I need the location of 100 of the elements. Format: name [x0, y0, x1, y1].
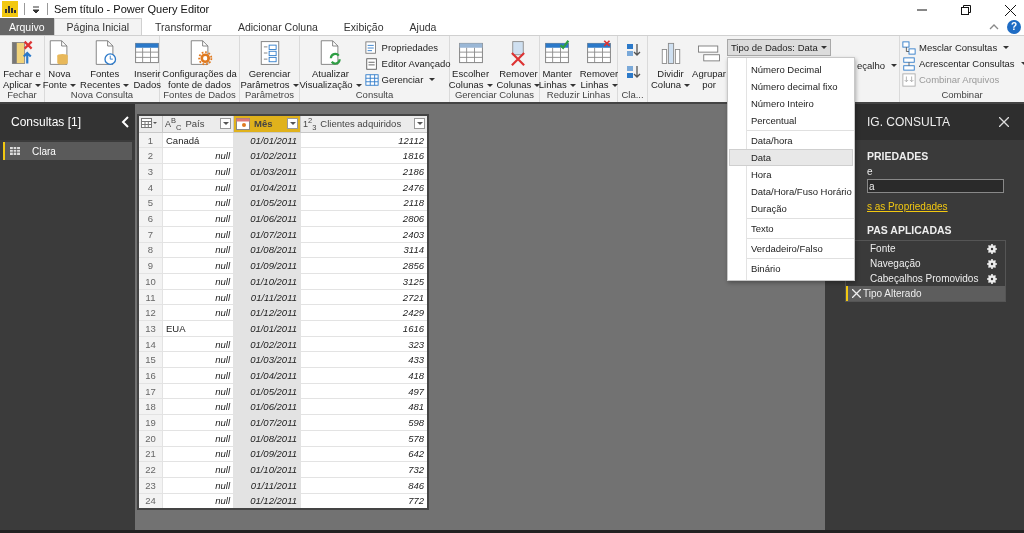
table-cell: null — [162, 289, 234, 305]
column-header[interactable]: Mês — [233, 115, 301, 133]
filter-button[interactable] — [287, 118, 298, 130]
table-cell: EUA — [162, 320, 234, 337]
table-cell: 2429 — [300, 304, 428, 321]
ribbon-button[interactable]: Fechar e Aplicar — [2, 38, 43, 90]
ribbon-button[interactable]: Atualizar Visualização — [298, 38, 363, 90]
append-icon — [902, 56, 916, 71]
table-cell: null — [162, 461, 234, 478]
data-type-dropdown[interactable]: Tipo de Dados: Data — [726, 39, 831, 56]
table-cell: 772 — [300, 493, 428, 510]
ribbon-tab[interactable]: Adicionar Coluna — [224, 18, 331, 35]
menu-item[interactable]: Percentual — [728, 112, 853, 129]
gear-icon[interactable] — [987, 273, 997, 284]
table-cell: 642 — [300, 446, 428, 462]
group-label: Gerenciar Colunas — [453, 89, 536, 102]
table-cell: null — [162, 414, 234, 431]
group-label: Fechar — [7, 89, 38, 102]
table-cell: 1616 — [300, 320, 428, 337]
menu-item[interactable]: Data/Hora/Fuso Horário — [728, 183, 853, 200]
ribbon-button[interactable]: Editor Avançado — [364, 56, 451, 71]
table-cell: 846 — [300, 477, 428, 494]
gear-icon[interactable] — [987, 258, 997, 269]
group-label: Fontes de Dados — [162, 89, 237, 102]
table-menu-icon[interactable] — [141, 117, 157, 128]
ribbon-button[interactable]: Gerenciar Parâmetros — [239, 38, 300, 90]
table-cell: 2403 — [300, 226, 428, 243]
table-cell: 2856 — [300, 257, 428, 274]
table-cell: null — [162, 242, 234, 258]
ribbon-tab[interactable]: Ajuda — [396, 18, 450, 35]
ribbon-button[interactable]: Inserir Dados — [132, 38, 163, 90]
table-cell: 481 — [300, 399, 428, 415]
ribbon-button[interactable]: Fontes Recentes — [79, 38, 131, 90]
ribbon-button[interactable]: Mesclar Consultas — [902, 40, 1024, 55]
collapse-icon[interactable] — [121, 116, 129, 128]
calendar-icon — [236, 117, 250, 130]
table-cell: null — [162, 304, 234, 321]
table-cell: Canadá — [162, 132, 234, 148]
restore-icon[interactable] — [961, 5, 971, 15]
customize-menu-icon[interactable] — [31, 4, 41, 14]
menu-item[interactable]: Data — [728, 149, 853, 166]
ribbon-button[interactable]: Configurações da fonte de dados — [161, 38, 238, 90]
ribbon-button[interactable]: Acrescentar Consultas — [902, 56, 1024, 71]
ribbon-button[interactable]: eçalho — [857, 58, 897, 73]
menu-item[interactable]: Hora — [728, 166, 853, 183]
table-cell: 418 — [300, 367, 428, 384]
table-cell: null — [162, 179, 234, 196]
ribbon-tab[interactable]: Transformar — [142, 18, 225, 35]
ribbon-button[interactable]: Agrupar por — [691, 38, 727, 90]
table-cell: null — [162, 148, 234, 164]
table-icon — [364, 72, 379, 87]
group-label: Combinar — [940, 89, 984, 102]
column-header[interactable]: A$^{B}$$_{C}$ País — [162, 115, 234, 133]
table-cell: null — [162, 195, 234, 211]
menu-item[interactable]: Texto — [728, 220, 853, 237]
gear-icon[interactable] — [987, 243, 997, 254]
close-icon[interactable] — [1005, 4, 1016, 16]
table-cell: 323 — [300, 336, 428, 352]
query-item[interactable]: Clara — [3, 142, 132, 160]
sort-descending-icon[interactable] — [624, 64, 641, 80]
table-cell: 2118 — [300, 195, 428, 211]
table-cell: 1816 — [300, 148, 428, 164]
merge-icon — [902, 40, 916, 55]
ribbon-button[interactable]: Nova Fonte — [41, 38, 78, 90]
table-cell: null — [162, 257, 234, 274]
menu-item[interactable]: Número decimal fixo — [728, 78, 853, 95]
table-cell: null — [162, 351, 234, 368]
step-item[interactable]: Tipo Alterado — [846, 286, 1005, 301]
all-properties-link[interactable]: s as Propriedades — [867, 201, 1006, 212]
filter-button[interactable] — [220, 118, 231, 130]
table-cell: null — [162, 367, 234, 384]
table-cell: 2476 — [300, 179, 428, 196]
filter-button[interactable] — [414, 118, 425, 130]
table-cell: 578 — [300, 430, 428, 447]
ribbon-button[interactable]: Remover Linhas — [578, 38, 620, 90]
table-cell: null — [162, 226, 234, 243]
group-label: Nova Consulta — [69, 89, 135, 102]
ribbon-tab[interactable]: Exibição — [330, 18, 397, 35]
help-button[interactable]: ? — [1007, 19, 1021, 34]
sort-ascending-icon[interactable] — [624, 42, 641, 58]
column-header[interactable]: 1$^{2}$$_{3}$ Clientes adquiridos — [300, 115, 428, 133]
menu-item[interactable]: Número Decimal — [728, 61, 853, 78]
column-name: Mês — [254, 118, 274, 130]
table-cell: 3125 — [300, 273, 428, 290]
ribbon-tab[interactable]: Arquivo — [0, 18, 54, 35]
menu-item[interactable]: Data/hora — [728, 132, 853, 149]
panel-title: IG. CONSULTA — [867, 115, 950, 129]
table-cell: 497 — [300, 383, 428, 399]
properties-icon — [364, 40, 379, 55]
name-field[interactable]: a — [867, 179, 1004, 193]
menu-item[interactable]: Duração — [728, 200, 853, 217]
ribbon-tab[interactable]: Página Inicial — [53, 18, 143, 35]
table-cell: null — [162, 477, 234, 494]
menu-item[interactable]: Número Inteiro — [728, 95, 853, 112]
ribbon-button[interactable]: Manter Linhas — [537, 38, 577, 90]
delete-icon[interactable] — [852, 289, 861, 298]
ribbon-button[interactable]: Propriedades — [364, 40, 451, 55]
table-cell: 598 — [300, 414, 428, 431]
ribbon-button[interactable]: Dividir Coluna — [650, 38, 692, 90]
collapse-ribbon-icon[interactable] — [989, 23, 999, 30]
